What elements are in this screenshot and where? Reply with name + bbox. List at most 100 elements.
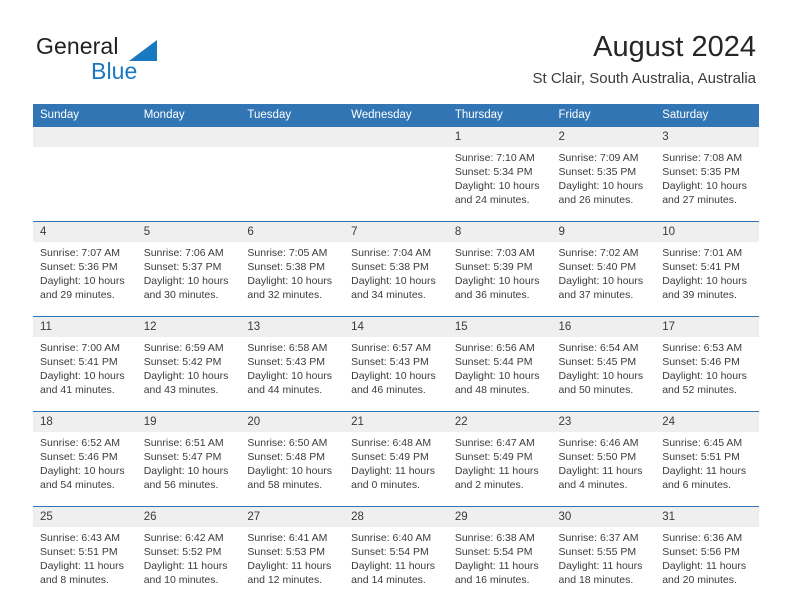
calendar-day-cell[interactable]: 7 Sunrise: 7:04 AM Sunset: 5:38 PM Daylight… xyxy=(344,221,448,317)
day-number: 4 xyxy=(33,222,137,242)
sunrise-text: Sunrise: 6:47 AM xyxy=(454,437,535,449)
calendar-day-cell[interactable]: 9 Sunrise: 7:02 AM Sunset: 5:40 PM Daylight… xyxy=(551,221,656,317)
daylight-text-line2: and 48 minutes. xyxy=(454,384,530,396)
day-number: 16 xyxy=(551,317,656,337)
sunrise-text: Sunrise: 6:51 AM xyxy=(143,437,224,449)
day-details xyxy=(137,147,241,221)
day-number: 26 xyxy=(136,507,241,527)
day-details: Sunrise: 6:56 AM Sunset: 5:44 PM Daylight:… xyxy=(448,337,552,411)
day-number: 22 xyxy=(447,412,552,432)
sunset-text: Sunset: 5:54 PM xyxy=(454,546,533,558)
day-number: 13 xyxy=(240,317,345,337)
sunrise-text: Sunrise: 6:43 AM xyxy=(40,532,120,544)
calendar-day-cell[interactable]: 12 Sunrise: 6:59 AM Sunset: 5:42 PM Dayligh… xyxy=(136,316,241,412)
day-number: 7 xyxy=(344,222,448,242)
day-details: Sunrise: 6:50 AM Sunset: 5:48 PM Daylight:… xyxy=(240,432,344,506)
calendar-day-cell[interactable]: 16 Sunrise: 6:54 AM Sunset: 5:45 PM Dayligh… xyxy=(551,316,656,412)
daylight-text-line1: Daylight: 11 hours xyxy=(454,465,539,477)
daylight-text-line1: Daylight: 10 hours xyxy=(143,465,229,477)
sunrise-text: Sunrise: 6:46 AM xyxy=(558,437,639,449)
day-number: 10 xyxy=(655,222,759,242)
day-details: Sunrise: 6:40 AM Sunset: 5:54 PM Daylight:… xyxy=(344,527,448,601)
day-number: 30 xyxy=(551,507,656,527)
daylight-text-line1: Daylight: 10 hours xyxy=(143,370,229,382)
calendar-week-row: 25 Sunrise: 6:43 AM Sunset: 5:51 PM Dayligh… xyxy=(33,506,759,601)
calendar-day-cell[interactable]: 11 Sunrise: 7:00 AM Sunset: 5:41 PM Dayligh… xyxy=(33,316,137,412)
daylight-text-line1: Daylight: 11 hours xyxy=(662,560,747,572)
calendar-day-cell[interactable]: 15 Sunrise: 6:56 AM Sunset: 5:44 PM Dayligh… xyxy=(447,316,552,412)
daylight-text-line1: Daylight: 10 hours xyxy=(351,275,436,287)
daylight-text-line1: Daylight: 10 hours xyxy=(454,370,540,382)
calendar-day-cell[interactable]: 4 Sunrise: 7:07 AM Sunset: 5:36 PM Daylight… xyxy=(33,221,137,317)
daylight-text-line1: Daylight: 10 hours xyxy=(247,370,333,382)
page-header: General Blue August 2024 St Clair, South… xyxy=(0,0,792,96)
calendar-day-cell[interactable]: 8 Sunrise: 7:03 AM Sunset: 5:39 PM Daylight… xyxy=(447,221,552,317)
calendar-day-cell[interactable]: 20 Sunrise: 6:50 AM Sunset: 5:48 PM Dayligh… xyxy=(240,411,345,507)
calendar-day-cell[interactable]: 26 Sunrise: 6:42 AM Sunset: 5:52 PM Dayligh… xyxy=(136,506,241,601)
calendar-day-cell[interactable]: 1 Sunrise: 7:10 AM Sunset: 5:34 PM Daylight… xyxy=(447,127,552,222)
calendar-day-cell[interactable]: 30 Sunrise: 6:37 AM Sunset: 5:55 PM Dayligh… xyxy=(551,506,656,601)
day-number: 19 xyxy=(136,412,241,432)
sunrise-text: Sunrise: 6:40 AM xyxy=(351,532,432,544)
calendar-day-cell[interactable]: 19 Sunrise: 6:51 AM Sunset: 5:47 PM Dayligh… xyxy=(136,411,241,507)
calendar-body: 1 Sunrise: 7:10 AM Sunset: 5:34 PM Daylight… xyxy=(33,127,759,601)
sunset-text: Sunset: 5:49 PM xyxy=(454,451,533,463)
calendar-day-cell[interactable]: 21 Sunrise: 6:48 AM Sunset: 5:49 PM Dayligh… xyxy=(344,411,448,507)
sunrise-text: Sunrise: 6:45 AM xyxy=(662,437,743,449)
daylight-text-line1: Daylight: 10 hours xyxy=(351,370,436,382)
sunset-text: Sunset: 5:54 PM xyxy=(351,546,429,558)
day-details: Sunrise: 7:10 AM Sunset: 5:34 PM Daylight:… xyxy=(448,147,552,221)
sunset-text: Sunset: 5:44 PM xyxy=(454,356,533,368)
calendar-day-cell[interactable]: 24 Sunrise: 6:45 AM Sunset: 5:51 PM Dayligh… xyxy=(655,411,759,507)
day-number: 6 xyxy=(240,222,345,242)
sunrise-text: Sunrise: 7:01 AM xyxy=(662,247,743,259)
calendar-day-cell[interactable]: 14 Sunrise: 6:57 AM Sunset: 5:43 PM Dayligh… xyxy=(344,316,448,412)
calendar-day-cell[interactable]: 5 Sunrise: 7:06 AM Sunset: 5:37 PM Daylight… xyxy=(136,221,241,317)
daylight-text-line2: and 37 minutes. xyxy=(558,289,634,301)
day-details: Sunrise: 6:46 AM Sunset: 5:50 PM Daylight:… xyxy=(552,432,656,506)
calendar-week-row: 11 Sunrise: 7:00 AM Sunset: 5:41 PM Dayligh… xyxy=(33,316,759,412)
sunset-text: Sunset: 5:47 PM xyxy=(143,451,222,463)
day-details: Sunrise: 6:59 AM Sunset: 5:42 PM Daylight:… xyxy=(137,337,241,411)
calendar-day-cell[interactable]: 31 Sunrise: 6:36 AM Sunset: 5:56 PM Dayligh… xyxy=(655,506,759,601)
day-details: Sunrise: 6:43 AM Sunset: 5:51 PM Daylight:… xyxy=(33,527,137,601)
sunrise-text: Sunrise: 6:48 AM xyxy=(351,437,432,449)
daylight-text-line1: Daylight: 10 hours xyxy=(662,275,747,287)
logo-text-general: General xyxy=(36,33,119,59)
daylight-text-line1: Daylight: 10 hours xyxy=(558,370,644,382)
calendar-day-cell[interactable]: 27 Sunrise: 6:41 AM Sunset: 5:53 PM Dayligh… xyxy=(240,506,345,601)
sunrise-text: Sunrise: 7:03 AM xyxy=(454,247,535,259)
calendar-page: General Blue August 2024 St Clair, South… xyxy=(0,0,792,612)
calendar-day-cell[interactable]: 10 Sunrise: 7:01 AM Sunset: 5:41 PM Dayligh… xyxy=(655,221,759,317)
calendar-week-row: 4 Sunrise: 7:07 AM Sunset: 5:36 PM Daylight… xyxy=(33,221,759,317)
sunset-text: Sunset: 5:45 PM xyxy=(558,356,637,368)
sunset-text: Sunset: 5:50 PM xyxy=(558,451,637,463)
calendar-day-cell[interactable]: 29 Sunrise: 6:38 AM Sunset: 5:54 PM Dayligh… xyxy=(447,506,552,601)
calendar-day-cell[interactable]: 18 Sunrise: 6:52 AM Sunset: 5:46 PM Dayligh… xyxy=(33,411,137,507)
calendar-day-cell[interactable]: 23 Sunrise: 6:46 AM Sunset: 5:50 PM Dayligh… xyxy=(551,411,656,507)
weekday-header-thursday: Thursday xyxy=(447,104,552,127)
daylight-text-line1: Daylight: 10 hours xyxy=(143,275,229,287)
page-title: August 2024 xyxy=(593,31,756,63)
generalblue-logo[interactable]: General Blue xyxy=(36,33,266,89)
day-number: 2 xyxy=(551,127,656,147)
calendar-day-cell[interactable]: 13 Sunrise: 6:58 AM Sunset: 5:43 PM Dayligh… xyxy=(240,316,345,412)
sunset-text: Sunset: 5:36 PM xyxy=(40,261,118,273)
weekday-header-sunday: Sunday xyxy=(33,104,137,127)
calendar-day-cell[interactable]: 17 Sunrise: 6:53 AM Sunset: 5:46 PM Dayligh… xyxy=(655,316,759,412)
sunset-text: Sunset: 5:48 PM xyxy=(247,451,326,463)
sunset-text: Sunset: 5:49 PM xyxy=(351,451,429,463)
sunrise-text: Sunrise: 6:50 AM xyxy=(247,437,328,449)
daylight-text-line2: and 32 minutes. xyxy=(247,289,323,301)
day-details: Sunrise: 6:38 AM Sunset: 5:54 PM Daylight:… xyxy=(448,527,552,601)
calendar-day-cell[interactable]: 25 Sunrise: 6:43 AM Sunset: 5:51 PM Dayligh… xyxy=(33,506,137,601)
calendar-day-cell[interactable]: 22 Sunrise: 6:47 AM Sunset: 5:49 PM Dayligh… xyxy=(447,411,552,507)
calendar-day-cell[interactable]: 2 Sunrise: 7:09 AM Sunset: 5:35 PM Daylight… xyxy=(551,127,656,222)
sunrise-text: Sunrise: 7:08 AM xyxy=(662,152,743,164)
weekday-header-monday: Monday xyxy=(136,104,241,127)
day-number xyxy=(240,127,345,147)
day-details xyxy=(33,147,137,221)
calendar-day-cell[interactable]: 3 Sunrise: 7:08 AM Sunset: 5:35 PM Daylight… xyxy=(655,127,759,222)
calendar-day-cell[interactable]: 28 Sunrise: 6:40 AM Sunset: 5:54 PM Dayligh… xyxy=(344,506,448,601)
calendar-day-cell[interactable]: 6 Sunrise: 7:05 AM Sunset: 5:38 PM Daylight… xyxy=(240,221,345,317)
